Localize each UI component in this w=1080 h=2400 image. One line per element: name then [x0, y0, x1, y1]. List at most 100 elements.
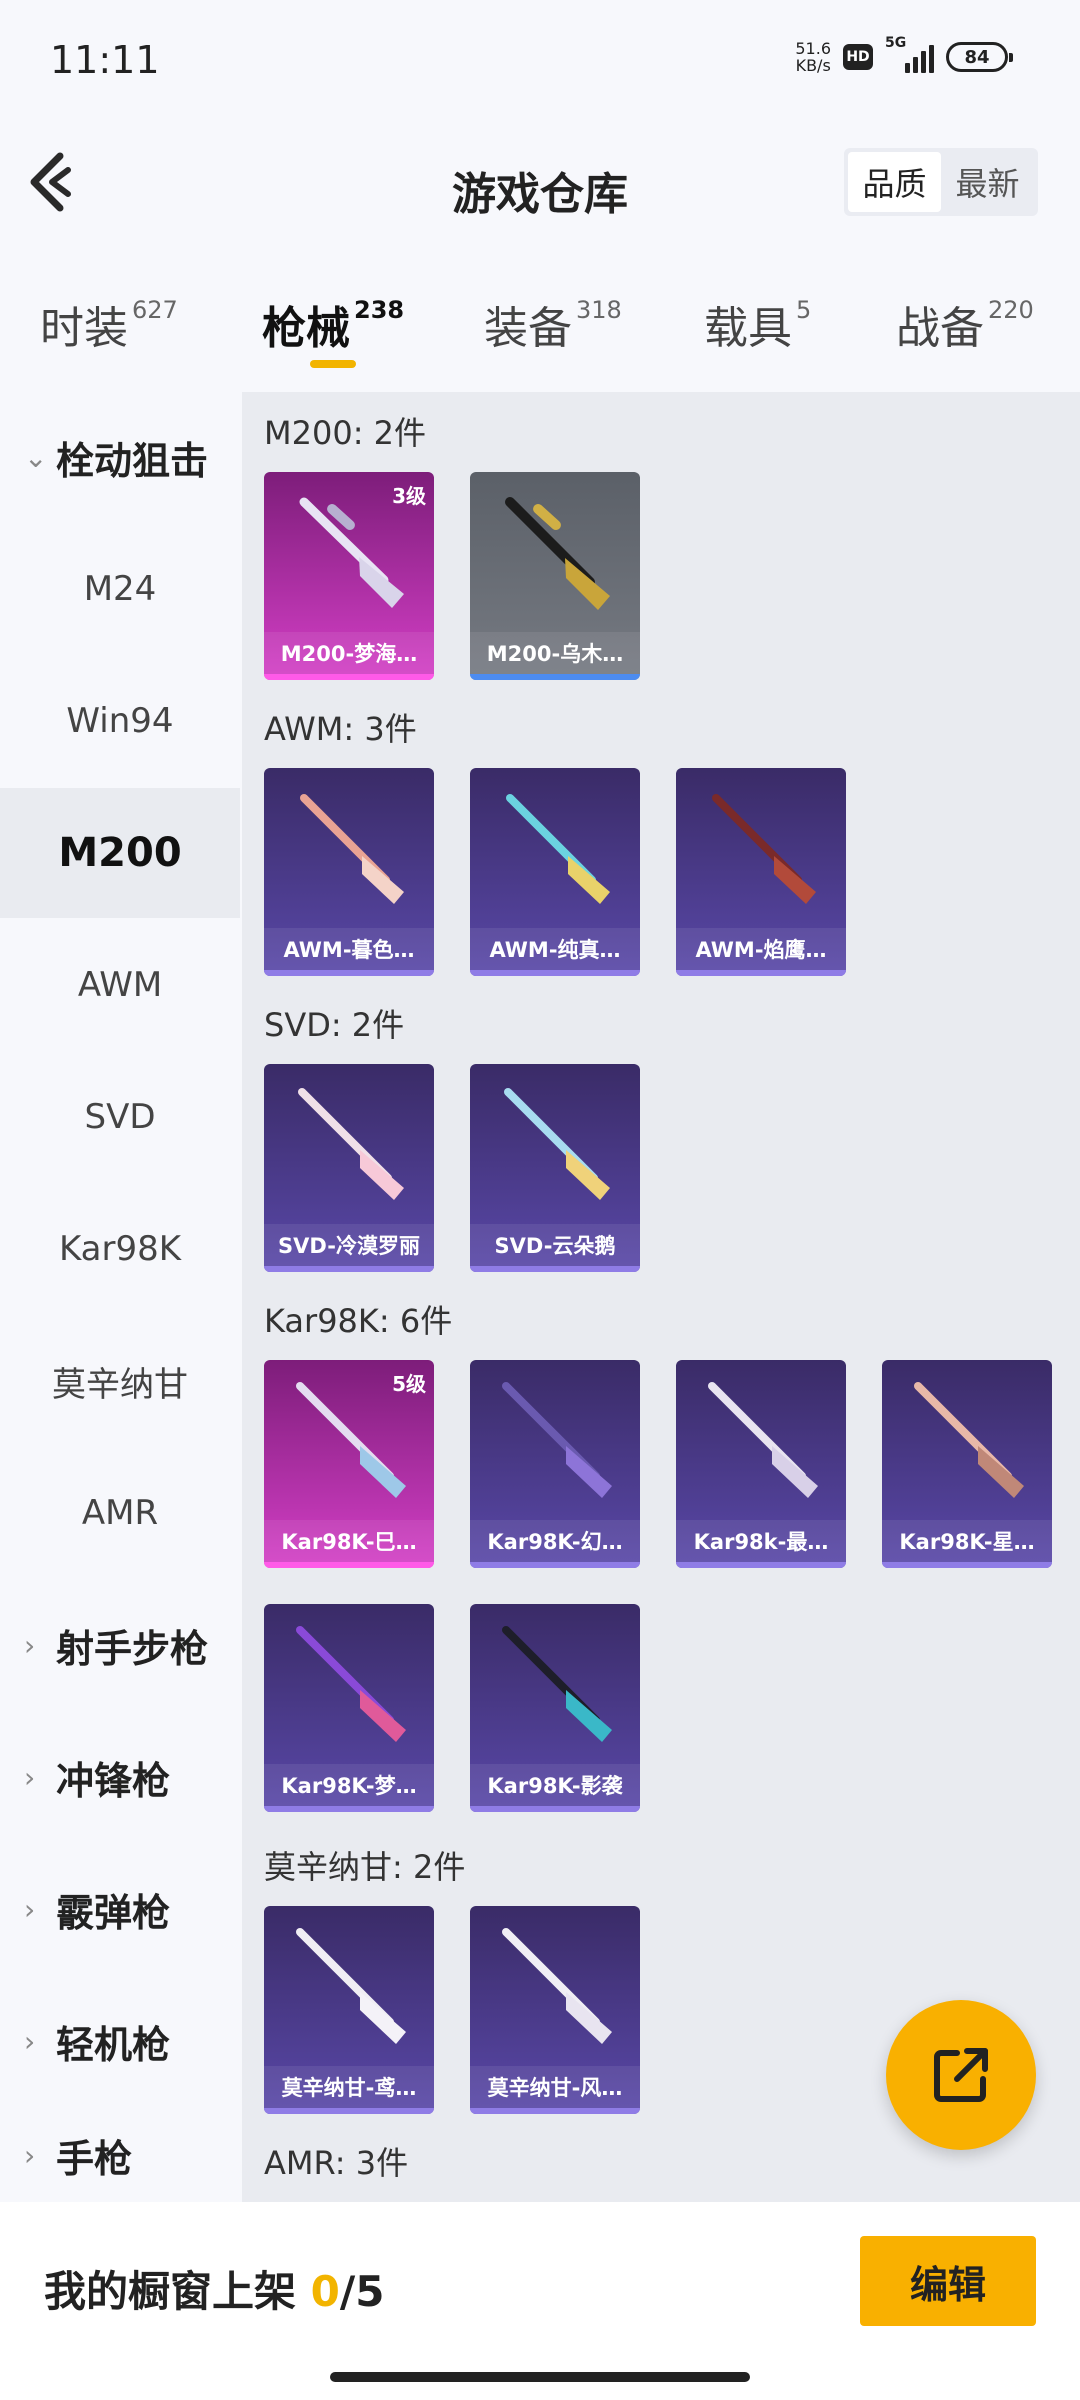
sidebar-item-mosin[interactable]: 莫辛纳甘	[0, 1316, 240, 1446]
weapon-card[interactable]: AWM-纯真…	[470, 768, 640, 976]
level-badge: 5级	[392, 1372, 426, 1396]
weapon-card[interactable]: 莫辛纳甘-鸢…	[264, 1906, 434, 2114]
tab-fashion[interactable]: 时装 627	[40, 292, 178, 356]
sidebar-item-m24[interactable]: M24	[0, 524, 240, 654]
weapon-card[interactable]: SVD-冷漠罗丽	[264, 1064, 434, 1272]
weapon-name: AWM-纯真…	[470, 928, 640, 970]
section-title: 莫辛纳甘: 2件	[264, 1848, 466, 1886]
shelf-total: /5	[339, 2267, 385, 2316]
sniper-rifle-icon	[506, 794, 610, 904]
shelf-current-count: 0	[310, 2267, 340, 2316]
sidebar: ⌄ 栓动狙击 M24 Win94 M200 AWM SVD Kar98K 莫辛纳…	[0, 392, 240, 2202]
rifle-icon	[708, 1382, 818, 1498]
chevron-right-icon: ›	[24, 1628, 36, 1662]
weapon-card[interactable]: 3级 M200-梦海…	[264, 472, 434, 680]
weapon-name: AWM-焰鹰…	[676, 928, 846, 970]
chevron-down-icon: ⌄	[24, 440, 48, 474]
weapon-name: SVD-云朵鹅	[470, 1224, 640, 1266]
section-title: SVD: 2件	[264, 1006, 405, 1044]
weapon-name: Kar98K-幻…	[470, 1520, 640, 1562]
share-button[interactable]	[886, 2000, 1036, 2150]
status-bar: 11:11 51.6 KB/s HD 5G 84	[0, 0, 1080, 120]
weapon-card[interactable]: SVD-云朵鹅	[470, 1064, 640, 1272]
weapon-card[interactable]: 5级 Kar98K-巳…	[264, 1360, 434, 1568]
weapon-card[interactable]: M200-乌木…	[470, 472, 640, 680]
rarity-strip	[470, 2108, 640, 2114]
level-badge: 3级	[392, 484, 426, 508]
weapon-card[interactable]: AWM-焰鹰…	[676, 768, 846, 976]
shelf-status: 我的橱窗上架 0/5	[44, 2267, 385, 2316]
status-time: 11:11	[50, 38, 160, 82]
weapon-list: M200: 2件 3级 M200-梦海… M200-乌木… AWM: 3件 AW…	[242, 392, 1080, 2202]
section-title: Kar98K: 6件	[264, 1302, 453, 1340]
chevron-right-icon: ›	[24, 2138, 36, 2172]
bottom-bar: 我的橱窗上架 0/5 编辑	[0, 2202, 1080, 2400]
sidebar-group-shotgun[interactable]: › 霰弹枪	[0, 1844, 240, 1974]
rarity-strip	[882, 1562, 1052, 1568]
tab-vehicles[interactable]: 载具 5	[704, 292, 811, 356]
sidebar-group-marksman[interactable]: › 射手步枪	[0, 1580, 240, 1710]
weapon-name: Kar98K-影袭	[470, 1764, 640, 1806]
weapon-name: Kar98K-星…	[882, 1520, 1052, 1562]
sidebar-item-m200[interactable]: M200	[0, 788, 240, 918]
weapon-name: 莫辛纳甘-鸢…	[264, 2066, 434, 2108]
sniper-rifle-icon	[712, 794, 816, 904]
sidebar-item-amr[interactable]: AMR	[0, 1448, 240, 1578]
edit-button[interactable]: 编辑	[860, 2236, 1036, 2326]
weapon-name: AWM-暮色…	[264, 928, 434, 970]
weapon-card[interactable]: 莫辛纳甘-风…	[470, 1906, 640, 2114]
active-tab-indicator	[310, 360, 356, 368]
rarity-strip	[676, 970, 846, 976]
weapon-card[interactable]: Kar98K-幻…	[470, 1360, 640, 1568]
sort-option-quality[interactable]: 品质	[848, 152, 941, 212]
sidebar-group-smg[interactable]: › 冲锋枪	[0, 1712, 240, 1842]
weapon-name: Kar98K-梦…	[264, 1764, 434, 1806]
battery-icon: 84	[946, 42, 1013, 72]
rifle-icon	[914, 1382, 1024, 1498]
weapon-card[interactable]: Kar98K-星…	[882, 1360, 1052, 1568]
sniper-rifle-icon	[504, 1088, 610, 1200]
weapon-name: M200-梦海…	[264, 632, 434, 674]
rarity-strip	[470, 1266, 640, 1272]
tab-equipment[interactable]: 装备 318	[484, 292, 622, 356]
section-title: AWM: 3件	[264, 710, 417, 748]
rarity-strip	[264, 1562, 434, 1568]
tab-supplies[interactable]: 战备 220	[896, 292, 1034, 356]
sidebar-item-svd[interactable]: SVD	[0, 1052, 240, 1182]
chevron-right-icon: ›	[24, 1892, 36, 1926]
rifle-icon	[296, 1626, 406, 1742]
sniper-rifle-icon	[300, 794, 404, 904]
sidebar-group-lmg[interactable]: › 轻机枪	[0, 1976, 240, 2106]
signal-icon: 5G	[885, 35, 934, 73]
sidebar-group-bolt-action[interactable]: ⌄ 栓动狙击	[0, 392, 240, 522]
hd-icon: HD	[843, 44, 873, 70]
sort-option-newest[interactable]: 最新	[941, 152, 1034, 212]
rarity-strip	[264, 1806, 434, 1812]
sidebar-item-awm[interactable]: AWM	[0, 920, 240, 1050]
weapon-name: Kar98k-最…	[676, 1520, 846, 1562]
weapon-card[interactable]: Kar98k-最…	[676, 1360, 846, 1568]
weapon-card[interactable]: AWM-暮色…	[264, 768, 434, 976]
weapon-card[interactable]: Kar98K-影袭	[470, 1604, 640, 1812]
rarity-strip	[676, 1562, 846, 1568]
status-icons: 51.6 KB/s HD 5G 84	[795, 35, 1013, 75]
rifle-icon	[502, 1626, 612, 1742]
weapon-name: Kar98K-巳…	[264, 1520, 434, 1562]
tab-firearms[interactable]: 枪械 238	[262, 292, 404, 356]
section-title: AMR: 3件	[264, 2144, 409, 2182]
sidebar-item-kar98k[interactable]: Kar98K	[0, 1184, 240, 1314]
section-title: M200: 2件	[264, 414, 427, 452]
category-tabs: 时装 627 枪械 238 装备 318 载具 5 战备 220	[0, 270, 1080, 380]
sort-toggle: 品质 最新	[844, 148, 1038, 216]
weapon-name: M200-乌木…	[470, 632, 640, 674]
home-indicator[interactable]	[330, 2372, 750, 2382]
weapon-name: SVD-冷漠罗丽	[264, 1224, 434, 1266]
sidebar-item-win94[interactable]: Win94	[0, 656, 240, 786]
network-speed: 51.6 KB/s	[795, 39, 831, 75]
rarity-strip	[264, 1266, 434, 1272]
header: 游戏仓库 品质 最新	[0, 120, 1080, 250]
rifle-icon	[296, 1928, 406, 2044]
weapon-card[interactable]: Kar98K-梦…	[264, 1604, 434, 1812]
sidebar-group-pistol[interactable]: › 手枪	[0, 2108, 240, 2202]
rarity-strip	[264, 674, 434, 680]
